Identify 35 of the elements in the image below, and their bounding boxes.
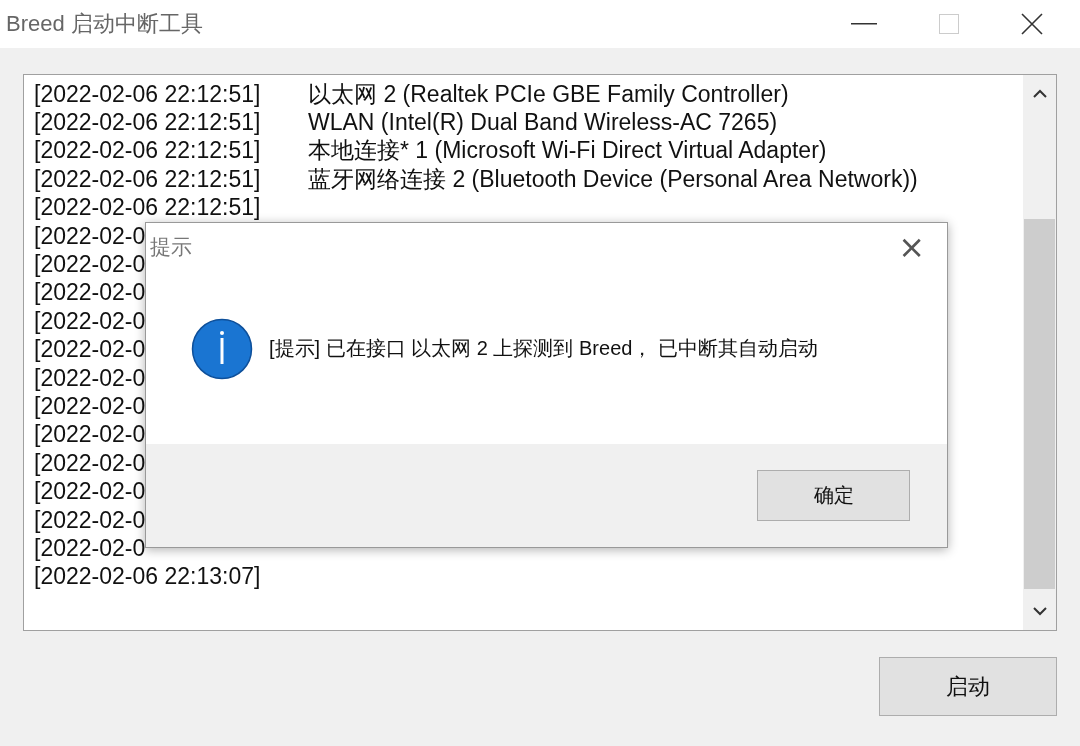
log-message: 本地连接* 1 (Microsoft Wi-Fi Direct Virtual Adapter) <box>308 136 827 166</box>
log-timestamp: [2022-02-06 22:12:51] <box>34 165 261 192</box>
log-timestamp: [2022-02-06 22:13:07] <box>34 563 261 590</box>
log-timestamp: [2022-02-06 22:12:51] <box>34 109 261 136</box>
log-timestamp: [2022-02-0 <box>34 449 146 476</box>
log-timestamp: [2022-02-0 <box>34 364 146 391</box>
log-timestamp: [2022-02-0 <box>34 393 146 419</box>
dialog-message: [提示] 已在接口 以太网 2 上探测到 Breed， 已中断其自动启动 <box>269 336 818 361</box>
dialog-title: 提示 <box>150 234 192 260</box>
close-icon[interactable] <box>1021 13 1043 35</box>
log-timestamp: [2022-02-0 <box>34 251 146 278</box>
log-timestamp: [2022-02-0 <box>34 222 146 249</box>
log-message: 蓝牙网络连接 2 (Bluetooth Device (Personal Area Network)) <box>308 164 918 194</box>
log-message: WLAN (Intel(R) Dual Band Wireless-AC 7265) <box>308 109 778 137</box>
log-timestamp: [2022-02-0 <box>34 307 146 334</box>
close-button[interactable]: × <box>884 231 939 263</box>
info-icon <box>191 317 253 380</box>
log-timestamp: [2022-02-0 <box>34 421 146 448</box>
log-message: 以太网 2 (Realtek PCIe GBE Family Controller) <box>308 79 789 109</box>
start-button[interactable]: 启动 <box>879 657 1057 716</box>
log-timestamp: [2022-02-06 22:12:51] <box>34 137 261 164</box>
scroll-up-icon[interactable] <box>1032 89 1047 98</box>
scrollbar-thumb[interactable] <box>1024 219 1055 589</box>
log-timestamp: [2022-02-0 <box>34 336 146 363</box>
window-title: Breed 启动中断工具 <box>5 10 203 38</box>
log-timestamp: [2022-02-0 <box>34 534 146 561</box>
log-timestamp: [2022-02-0 <box>34 279 146 306</box>
ok-button[interactable]: 确定 <box>757 470 910 521</box>
scroll-down-icon[interactable] <box>1032 607 1047 616</box>
minimize-icon[interactable] <box>851 22 877 26</box>
log-timestamp: [2022-02-06 22:12:51] <box>34 194 261 221</box>
log-timestamp: [2022-02-06 22:12:51] <box>34 80 261 107</box>
scrollbar[interactable] <box>1023 75 1056 630</box>
log-timestamp: [2022-02-0 <box>34 506 146 533</box>
log-timestamp: [2022-02-0 <box>34 478 146 505</box>
